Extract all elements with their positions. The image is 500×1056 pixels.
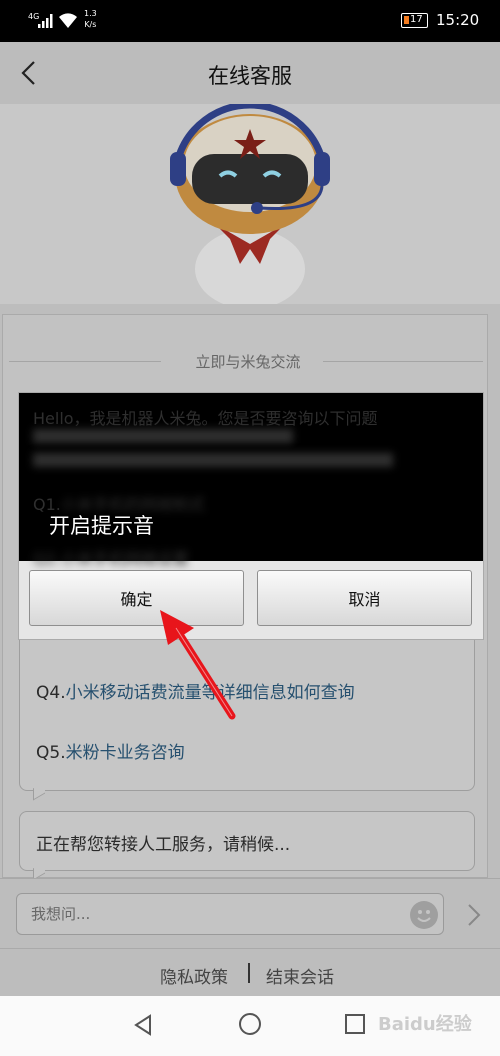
footer-separator: [248, 963, 250, 983]
dialog-title: 开启提示音: [49, 514, 154, 538]
square-recent-icon[interactable]: [345, 1014, 365, 1034]
dialog-background-question: Q2.小米手机网络设置: [33, 549, 189, 568]
dialog-header: Hello，我是机器人米兔。您是否要咨询以下问题 Q1.小米手机的网络制式 Q2…: [19, 393, 483, 568]
cancel-button[interactable]: 取消: [257, 570, 472, 626]
signal-icon: [38, 14, 53, 28]
footer-links: 隐私政策 结束会话: [0, 948, 500, 996]
question-item[interactable]: Q5.米粉卡业务咨询: [36, 738, 185, 763]
transfer-message: 正在帮您转接人工服务，请稍候...: [36, 835, 291, 855]
network-speed: 1.3 K/s: [84, 9, 97, 29]
battery-level: 17: [410, 14, 423, 25]
system-message-bubble: 正在帮您转接人工服务，请稍候...: [19, 811, 475, 871]
app-header: 在线客服: [0, 42, 500, 104]
message-input[interactable]: [16, 893, 444, 935]
wifi-icon: [59, 13, 77, 28]
watermark: Baidu经验: [378, 1014, 472, 1035]
mascot-banner: [0, 104, 500, 304]
robot-mascot-image: [170, 104, 330, 304]
end-session-link[interactable]: 结束会话: [266, 963, 334, 988]
page-title: 在线客服: [208, 64, 292, 88]
clock: 15:20: [436, 11, 480, 29]
dialog-background-text: Hello，我是机器人米兔。您是否要咨询以下问题: [33, 409, 378, 428]
emoji-icon[interactable]: [410, 901, 438, 929]
divider-line-right: [323, 361, 483, 362]
system-nav-bar: Baidu经验: [0, 996, 500, 1056]
input-bar: [0, 878, 500, 948]
sound-prompt-dialog: Hello，我是机器人米兔。您是否要咨询以下问题 Q1.小米手机的网络制式 Q2…: [18, 392, 484, 640]
blurred-text: [33, 453, 393, 467]
blurred-text: [33, 429, 293, 443]
confirm-button[interactable]: 确定: [29, 570, 244, 626]
chevron-right-icon[interactable]: [466, 903, 482, 927]
triangle-back-icon[interactable]: [132, 1014, 154, 1036]
battery-icon: 17: [401, 13, 428, 28]
circle-home-icon[interactable]: [239, 1013, 261, 1035]
status-bar: 4G 1.3 K/s 17 15:20: [0, 0, 500, 42]
privacy-policy-link[interactable]: 隐私政策: [160, 963, 228, 988]
question-item[interactable]: Q4.小米移动话费流量等详细信息如何查询: [36, 678, 355, 703]
